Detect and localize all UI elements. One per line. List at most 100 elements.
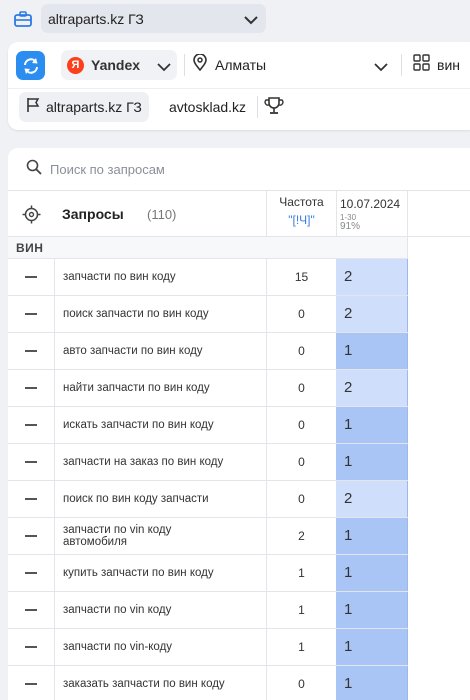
table-row[interactable]: найти запчасти по вин коду 0 2 xyxy=(8,370,408,407)
frequency-type-link[interactable]: "[!Ч]" xyxy=(267,213,336,227)
frequency-cell: 15 xyxy=(266,259,336,295)
frequency-cell: 1 xyxy=(266,629,336,665)
grid-icon xyxy=(413,54,430,76)
query-text: запчасти по вин коду xyxy=(54,259,266,295)
site-tab-label: avtosklad.kz xyxy=(169,99,247,115)
queries-header[interactable]: Запросы xyxy=(62,206,124,222)
search-bar xyxy=(8,148,470,190)
frequency-cell: 0 xyxy=(266,481,336,517)
position-cell: 2 xyxy=(336,296,408,332)
minus-icon[interactable] xyxy=(25,535,37,537)
table-row[interactable]: запчасти по vin-коду 1 1 xyxy=(8,629,408,666)
frequency-cell: 0 xyxy=(266,370,336,406)
table-row[interactable]: купить запчасти по вин коду 1 1 xyxy=(8,555,408,592)
date-column-header[interactable]: 10.07.2024 1-30 91% xyxy=(336,191,408,237)
position-cell: 2 xyxy=(336,481,408,517)
yandex-logo-icon: Я xyxy=(67,56,84,74)
table-row[interactable]: заказать запчасти по вин коду 0 1 xyxy=(8,666,408,700)
position-cell: 1 xyxy=(336,444,408,480)
position-cell: 1 xyxy=(336,407,408,443)
table-row[interactable]: поиск по вин коду запчасти 0 2 xyxy=(8,481,408,518)
target-icon[interactable] xyxy=(22,205,41,229)
sync-button[interactable] xyxy=(16,51,45,80)
query-text: авто запчасти по вин коду xyxy=(54,333,266,369)
keyword-group-button[interactable]: вин xyxy=(413,50,460,80)
position-cell: 1 xyxy=(336,666,408,700)
query-text: запчасти по vin-коду xyxy=(54,629,266,665)
frequency-header[interactable]: Частота "[!Ч]" xyxy=(266,191,336,237)
position-cell: 1 xyxy=(336,333,408,369)
frequency-cell: 1 xyxy=(266,592,336,628)
group-name: ВИН xyxy=(16,241,44,255)
search-input[interactable] xyxy=(50,161,350,177)
queries-count: (110) xyxy=(147,207,177,222)
minus-icon[interactable] xyxy=(25,313,37,315)
minus-icon[interactable] xyxy=(25,461,37,463)
table-row[interactable]: поиск запчасти по вин коду 0 2 xyxy=(8,296,408,333)
query-text: запчасти на заказ по вин коду xyxy=(54,444,266,480)
table-row[interactable]: искать запчасти по вин коду 0 1 xyxy=(8,407,408,444)
minus-icon[interactable] xyxy=(25,609,37,611)
visibility-percent: 91% xyxy=(340,221,361,232)
chevron-down-icon xyxy=(157,59,171,77)
minus-icon[interactable] xyxy=(25,498,37,500)
group-header[interactable]: ВИН xyxy=(8,237,408,259)
site-tab-label: altraparts.kz ГЗ xyxy=(46,99,142,115)
position-cell: 1 xyxy=(336,592,408,628)
queries-card: Запросы (110) Частота "[!Ч]" 10.07.2024 … xyxy=(8,148,470,700)
position-cell: 1 xyxy=(336,555,408,591)
frequency-cell: 0 xyxy=(266,296,336,332)
query-text: найти запчасти по вин коду xyxy=(54,370,266,406)
minus-icon[interactable] xyxy=(25,646,37,648)
project-name: altraparts.kz ГЗ xyxy=(48,10,144,27)
trophy-icon[interactable] xyxy=(264,96,284,121)
frequency-cell: 0 xyxy=(266,666,336,700)
location-pin-icon xyxy=(193,53,207,76)
table-row[interactable]: авто запчасти по вин коду 0 1 xyxy=(8,333,408,370)
position-cell: 1 xyxy=(336,629,408,665)
region-select[interactable]: Алматы xyxy=(193,50,388,80)
keyword-group-label: вин xyxy=(437,57,460,73)
query-rows: запчасти по вин коду 15 2 поиск запчасти по… xyxy=(8,259,408,700)
query-text: поиск по вин коду запчасти xyxy=(54,481,266,517)
table-row[interactable]: запчасти по vin коду 1 1 xyxy=(8,592,408,629)
divider xyxy=(8,88,470,89)
project-select[interactable]: altraparts.kz ГЗ xyxy=(41,4,266,33)
position-cell: 2 xyxy=(336,259,408,295)
divider xyxy=(184,54,185,76)
minus-icon[interactable] xyxy=(25,572,37,574)
search-engine-select[interactable]: Я Yandex xyxy=(61,50,177,80)
search-icon xyxy=(26,159,42,180)
table-row[interactable]: запчасти на заказ по вин коду 0 1 xyxy=(8,444,408,481)
query-text: купить запчасти по вин коду xyxy=(54,555,266,591)
flag-icon xyxy=(26,97,40,118)
region-label: Алматы xyxy=(215,57,267,73)
date-header-label: 10.07.2024 xyxy=(340,197,401,211)
minus-icon[interactable] xyxy=(25,276,37,278)
chevron-down-icon xyxy=(374,59,388,77)
chevron-down-icon xyxy=(244,12,258,30)
query-text: запчасти по vin коду xyxy=(54,592,266,628)
site-tab-altraparts[interactable]: altraparts.kz ГЗ xyxy=(19,92,149,122)
frequency-cell: 0 xyxy=(266,407,336,443)
site-tab-avtosklad[interactable]: avtosklad.kz xyxy=(162,92,253,122)
search-engine-label: Yandex xyxy=(91,57,141,73)
query-text: искать запчасти по вин коду xyxy=(54,407,266,443)
briefcase-icon[interactable] xyxy=(9,8,36,30)
table-header: Запросы (110) Частота "[!Ч]" 10.07.2024 … xyxy=(8,190,470,237)
minus-icon[interactable] xyxy=(25,350,37,352)
frequency-cell: 2 xyxy=(266,518,336,554)
minus-icon[interactable] xyxy=(25,387,37,389)
frequency-cell: 0 xyxy=(266,444,336,480)
query-text: поиск запчасти по вин коду xyxy=(54,296,266,332)
refresh-icon xyxy=(23,57,38,74)
frequency-cell: 0 xyxy=(266,333,336,369)
frequency-header-label: Частота xyxy=(279,195,324,209)
table-row[interactable]: запчасти по вин коду 15 2 xyxy=(8,259,408,296)
table-row[interactable]: запчасти по vin коду автомобиля 2 1 xyxy=(8,518,408,555)
controls-panel: Я Yandex Алматы вин altraparts.kz ГЗ avt… xyxy=(8,42,470,130)
minus-icon[interactable] xyxy=(25,424,37,426)
position-cell: 2 xyxy=(336,370,408,406)
minus-icon[interactable] xyxy=(25,683,37,685)
query-text: заказать запчасти по вин коду xyxy=(54,666,266,700)
